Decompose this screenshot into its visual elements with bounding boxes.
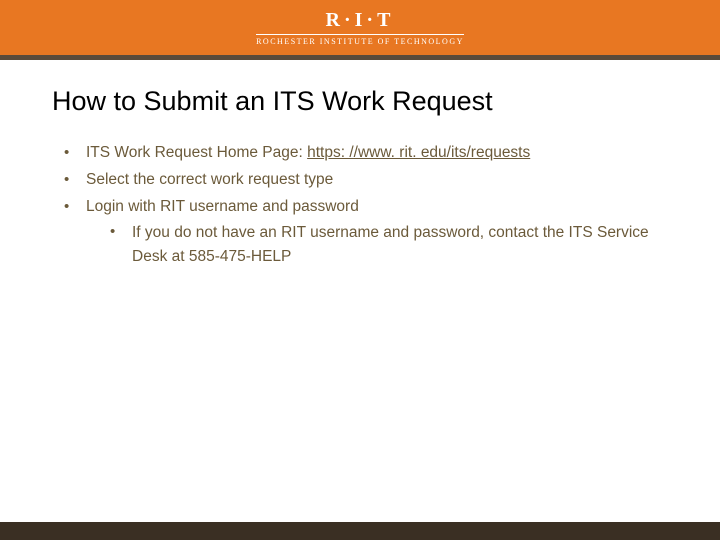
logo-main-text: R·I·T <box>326 9 395 32</box>
bullet-item: Select the correct work request type <box>64 168 668 193</box>
bullet-text: Select the correct work request type <box>86 171 333 188</box>
rit-logo: R·I·T ROCHESTER INSTITUTE OF TECHNOLOGY <box>256 9 464 46</box>
bullet-text: Login with RIT username and password <box>86 198 359 215</box>
sub-bullet-item: If you do not have an RIT username and p… <box>110 221 668 268</box>
footer-bar <box>0 522 720 540</box>
logo-sub-text: ROCHESTER INSTITUTE OF TECHNOLOGY <box>256 34 464 46</box>
bullet-text: ITS Work Request Home Page: <box>86 144 307 161</box>
bullet-item: ITS Work Request Home Page: https: //www… <box>64 141 668 166</box>
bullet-item: Login with RIT username and password If … <box>64 195 668 268</box>
bullet-list: ITS Work Request Home Page: https: //www… <box>52 141 668 268</box>
sub-bullet-text: If you do not have an RIT username and p… <box>132 224 649 264</box>
header-bar: R·I·T ROCHESTER INSTITUTE OF TECHNOLOGY <box>0 0 720 60</box>
homepage-link[interactable]: https: //www. rit. edu/its/requests <box>307 144 530 161</box>
slide-content: How to Submit an ITS Work Request ITS Wo… <box>0 60 720 268</box>
slide-title: How to Submit an ITS Work Request <box>52 86 668 117</box>
sub-bullet-list: If you do not have an RIT username and p… <box>86 221 668 268</box>
